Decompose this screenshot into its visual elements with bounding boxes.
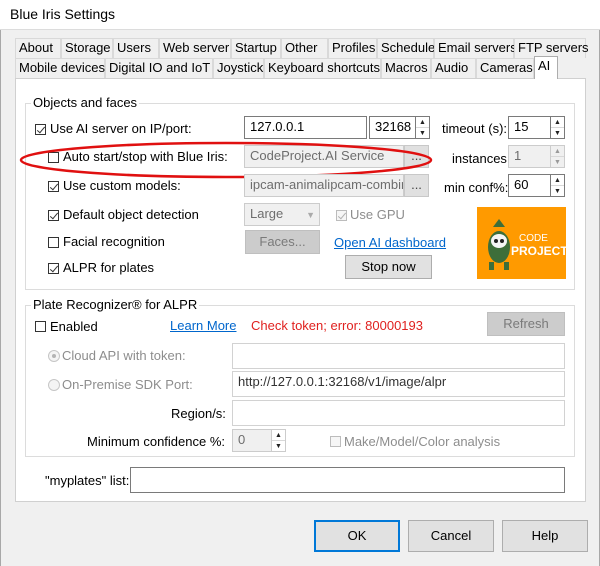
plate-error-text: Check token; error: 80000193 — [251, 318, 423, 333]
cloud-api-radio[interactable] — [48, 350, 60, 362]
tab-audio[interactable]: Audio — [431, 58, 476, 78]
port-spinner[interactable]: ▲ ▼ — [415, 116, 430, 139]
open-ai-dashboard-link[interactable]: Open AI dashboard — [334, 235, 446, 250]
tab-storage[interactable]: Storage — [61, 38, 113, 58]
logo-text-project: PROJECT — [511, 244, 568, 258]
stop-now-button[interactable]: Stop now — [345, 255, 432, 279]
use-ai-server-label: Use AI server on IP/port: — [50, 121, 192, 136]
tab-other[interactable]: Other — [281, 38, 328, 58]
objects-faces-title: Objects and faces — [31, 95, 140, 110]
help-button[interactable]: Help — [502, 520, 588, 552]
plate-enabled-checkbox[interactable] — [35, 321, 46, 332]
spin-down-icon[interactable]: ▼ — [272, 441, 285, 452]
ai-server-ip-input[interactable]: 127.0.0.1 — [244, 116, 367, 139]
make-model-label: Make/Model/Color analysis — [344, 434, 501, 449]
cloud-api-label: Cloud API with token: — [62, 348, 186, 363]
region-input[interactable] — [232, 400, 565, 426]
plate-recognizer-title: Plate Recognizer® for ALPR — [31, 297, 200, 312]
spin-down-icon[interactable]: ▼ — [551, 157, 564, 168]
myplates-input[interactable] — [130, 467, 565, 493]
use-gpu-checkbox[interactable] — [336, 210, 347, 221]
default-detection-label: Default object detection — [63, 207, 199, 222]
chevron-down-icon: ▼ — [306, 210, 315, 220]
on-premise-label: On-Premise SDK Port: — [62, 377, 193, 392]
ai-server-port-input[interactable]: 32168 — [369, 116, 416, 139]
on-premise-radio[interactable] — [48, 379, 60, 391]
region-label: Region/s: — [171, 406, 226, 421]
custom-models-browse-button[interactable]: ... — [404, 174, 429, 197]
spin-up-icon[interactable]: ▲ — [272, 430, 285, 441]
faces-button[interactable]: Faces... — [245, 230, 320, 254]
cancel-button[interactable]: Cancel — [408, 520, 494, 552]
min-conf-input[interactable]: 60 — [508, 174, 551, 197]
plate-min-conf-input[interactable]: 0 — [232, 429, 272, 452]
plate-min-conf-spinner[interactable]: ▲ ▼ — [271, 429, 286, 452]
make-model-checkbox[interactable] — [330, 436, 341, 447]
codeproject-logo: CODE PROJECT — [477, 207, 568, 279]
alpr-checkbox[interactable] — [48, 263, 59, 274]
logo-text-code: CODE — [519, 233, 548, 244]
custom-models-label: Use custom models: — [63, 178, 181, 193]
use-gpu-label: Use GPU — [350, 207, 405, 222]
tab-schedule[interactable]: Schedule — [377, 38, 435, 58]
spin-up-icon[interactable]: ▲ — [416, 117, 429, 128]
default-detection-checkbox[interactable] — [48, 210, 59, 221]
tab-web-server[interactable]: Web server — [159, 38, 231, 58]
ok-button[interactable]: OK — [314, 520, 400, 552]
myplates-label: "myplates" list: — [45, 473, 130, 488]
facial-recognition-label: Facial recognition — [63, 234, 165, 249]
tab-about[interactable]: About — [15, 38, 61, 58]
model-size-value: Large — [250, 206, 284, 221]
cloud-api-token-input[interactable] — [232, 343, 565, 369]
plate-enabled-label: Enabled — [50, 319, 98, 334]
spin-down-icon[interactable]: ▼ — [551, 186, 564, 197]
spin-down-icon[interactable]: ▼ — [416, 128, 429, 139]
facial-recognition-checkbox[interactable] — [48, 237, 59, 248]
timeout-input[interactable]: 15 — [508, 116, 551, 139]
on-premise-url-input[interactable]: http://127.0.0.1:32168/v1/image/alpr — [232, 371, 565, 397]
model-size-select[interactable]: Large ▼ — [244, 203, 320, 226]
tab-ai[interactable]: AI — [534, 56, 558, 79]
tab-ftp-servers[interactable]: FTP servers — [514, 38, 589, 58]
custom-models-input[interactable]: ipcam-animalipcam-combir — [244, 174, 404, 197]
spin-up-icon[interactable]: ▲ — [551, 175, 564, 186]
alpr-label: ALPR for plates — [63, 260, 155, 275]
title-bar: Blue Iris Settings — [0, 0, 600, 30]
refresh-button[interactable]: Refresh — [487, 312, 565, 336]
timeout-spinner[interactable]: ▲ ▼ — [550, 116, 565, 139]
use-ai-server-checkbox[interactable] — [35, 124, 46, 135]
tab-keyboard-shortcuts[interactable]: Keyboard shortcuts — [264, 58, 381, 78]
tab-mobile-devices[interactable]: Mobile devices — [15, 58, 105, 78]
tab-macros[interactable]: Macros — [381, 58, 431, 78]
min-conf-spinner[interactable]: ▲ ▼ — [550, 174, 565, 197]
tab-profiles[interactable]: Profiles — [328, 38, 377, 58]
tab-startup[interactable]: Startup — [231, 38, 281, 58]
tab-email-servers[interactable]: Email servers — [434, 38, 517, 58]
window-title: Blue Iris Settings — [10, 6, 116, 22]
spin-up-icon[interactable]: ▲ — [551, 146, 564, 157]
plate-min-conf-label: Minimum confidence %: — [87, 434, 225, 449]
spin-down-icon[interactable]: ▼ — [551, 128, 564, 139]
spin-up-icon[interactable]: ▲ — [551, 117, 564, 128]
tab-users[interactable]: Users — [113, 38, 159, 58]
min-conf-label: min conf%: — [444, 180, 509, 195]
custom-models-checkbox[interactable] — [48, 181, 59, 192]
tab-digital-io[interactable]: Digital IO and IoT — [105, 58, 213, 78]
instances-spinner[interactable]: ▲ ▼ — [550, 145, 565, 168]
timeout-label: timeout (s): — [442, 121, 508, 136]
tab-joystick[interactable]: Joystick — [213, 58, 264, 78]
tab-cameras[interactable]: Cameras — [476, 58, 534, 78]
learn-more-link[interactable]: Learn More — [170, 318, 236, 333]
instances-input[interactable]: 1 — [508, 145, 551, 168]
instances-label: instances: — [452, 151, 511, 166]
